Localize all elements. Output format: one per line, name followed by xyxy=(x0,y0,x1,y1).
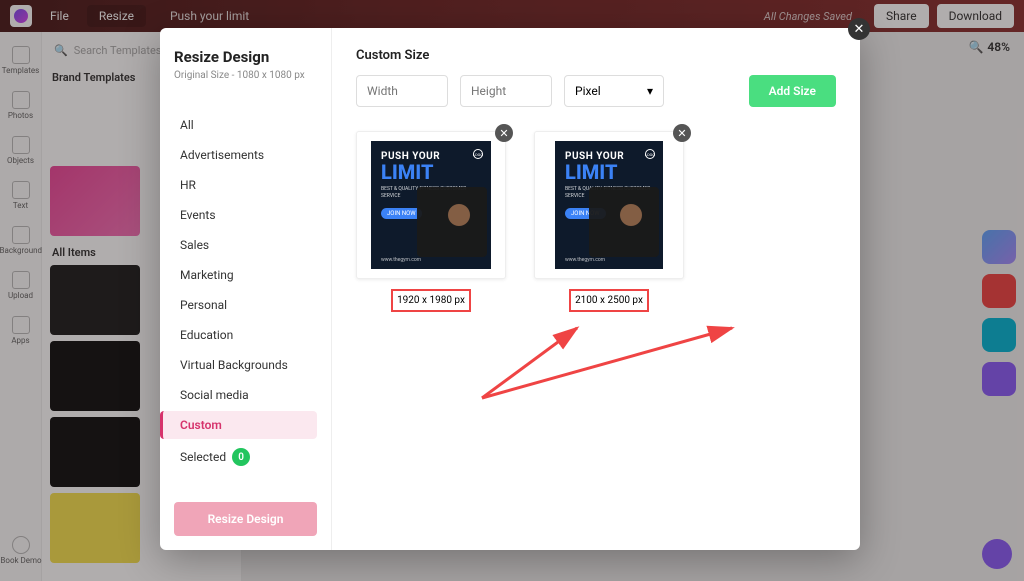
unit-select[interactable]: Pixel ▾ xyxy=(564,75,664,107)
size-preview: ✕ LOGO PUSH YOUR LIMIT BEST & QUALITY FI… xyxy=(534,131,684,279)
design-artwork: LOGO PUSH YOUR LIMIT BEST & QUALITY FITN… xyxy=(555,141,663,269)
size-tiles: ✕ LOGO PUSH YOUR LIMIT BEST & QUALITY FI… xyxy=(356,131,836,312)
original-size-label: Original Size - 1080 x 1080 px xyxy=(174,70,317,81)
cat-hr[interactable]: HR xyxy=(174,171,317,199)
height-input[interactable] xyxy=(460,75,552,107)
remove-size-button[interactable]: ✕ xyxy=(495,124,513,142)
cat-personal[interactable]: Personal xyxy=(174,291,317,319)
selected-count-badge: 0 xyxy=(232,448,250,466)
close-icon: ✕ xyxy=(499,127,508,140)
cat-advertisements[interactable]: Advertisements xyxy=(174,141,317,169)
modal-content: Custom Size Pixel ▾ Add Size ✕ LOGO PUSH xyxy=(332,28,860,550)
resize-modal: ✕ Resize Design Original Size - 1080 x 1… xyxy=(160,28,860,550)
chevron-down-icon: ▾ xyxy=(647,84,653,98)
modal-sidebar: Resize Design Original Size - 1080 x 108… xyxy=(160,28,332,550)
cat-social-media[interactable]: Social media xyxy=(174,381,317,409)
custom-size-controls: Pixel ▾ Add Size xyxy=(356,75,836,107)
close-icon: ✕ xyxy=(677,127,686,140)
cat-marketing[interactable]: Marketing xyxy=(174,261,317,289)
add-size-button[interactable]: Add Size xyxy=(749,75,836,107)
size-dimensions: 2100 x 2500 px xyxy=(569,289,649,312)
size-tile[interactable]: ✕ LOGO PUSH YOUR LIMIT BEST & QUALITY FI… xyxy=(534,131,684,312)
size-preview: ✕ LOGO PUSH YOUR LIMIT BEST & QUALITY FI… xyxy=(356,131,506,279)
custom-size-heading: Custom Size xyxy=(356,48,836,63)
cat-all[interactable]: All xyxy=(174,111,317,139)
size-dimensions: 1920 x 1980 px xyxy=(391,289,471,312)
category-list: All Advertisements HR Events Sales Marke… xyxy=(174,111,317,473)
width-input[interactable] xyxy=(356,75,448,107)
remove-size-button[interactable]: ✕ xyxy=(673,124,691,142)
size-tile[interactable]: ✕ LOGO PUSH YOUR LIMIT BEST & QUALITY FI… xyxy=(356,131,506,312)
artwork-logo: LOGO xyxy=(473,149,483,159)
cat-sales[interactable]: Sales xyxy=(174,231,317,259)
resize-design-button[interactable]: Resize Design xyxy=(174,502,317,536)
cat-virtual-backgrounds[interactable]: Virtual Backgrounds xyxy=(174,351,317,379)
modal-title: Resize Design xyxy=(174,48,317,66)
cat-education[interactable]: Education xyxy=(174,321,317,349)
cat-selected[interactable]: Selected 0 xyxy=(174,441,317,473)
cat-events[interactable]: Events xyxy=(174,201,317,229)
artwork-logo: LOGO xyxy=(645,149,655,159)
app-root: File Resize Push your limit All Changes … xyxy=(0,0,1024,581)
design-artwork: LOGO PUSH YOUR LIMIT BEST & QUALITY FITN… xyxy=(371,141,491,269)
cat-custom[interactable]: Custom xyxy=(160,411,317,439)
